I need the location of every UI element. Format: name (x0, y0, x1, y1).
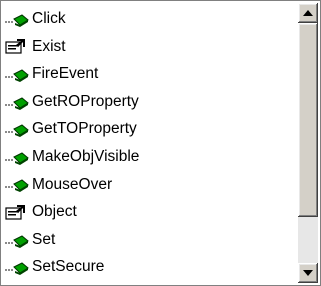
list-item[interactable]: FireEvent (5, 60, 295, 88)
list-item-label: SetSecure (32, 258, 105, 276)
list-item-label: GetTOProperty (32, 120, 137, 138)
list-item[interactable]: MakeObjVisible (5, 143, 295, 171)
scroll-up-button[interactable] (298, 3, 318, 23)
list-item[interactable]: SetSecure (5, 253, 295, 281)
list-item[interactable]: MouseOver (5, 171, 295, 199)
list-item-label: Click (32, 10, 66, 28)
list-item-label: Object (32, 203, 77, 221)
list-item-label: FireEvent (32, 65, 99, 83)
property-icon (5, 37, 29, 55)
method-icon (5, 258, 29, 276)
down-arrow-icon (303, 270, 313, 276)
vertical-scrollbar[interactable] (298, 3, 318, 283)
method-icon (5, 148, 29, 166)
method-icon (5, 231, 29, 249)
list-item-label: Exist (32, 37, 66, 55)
list-item[interactable]: Click (5, 5, 295, 33)
method-icon (5, 93, 29, 111)
scroll-down-button[interactable] (298, 263, 318, 283)
list-item-label: GetROProperty (32, 92, 139, 110)
up-arrow-icon (303, 10, 313, 16)
method-icon (5, 175, 29, 193)
list-item-label: MakeObjVisible (32, 148, 140, 166)
method-listbox[interactable]: Click Exist FireEvent GetROProperty GetT… (0, 0, 321, 286)
list-item[interactable]: Set (5, 226, 295, 254)
property-icon (5, 203, 29, 221)
method-icon (5, 120, 29, 138)
list-item-label: Set (32, 230, 56, 248)
list-item[interactable]: GetROProperty (5, 88, 295, 116)
method-list: Click Exist FireEvent GetROProperty GetT… (5, 5, 295, 281)
list-item[interactable]: Object (5, 198, 295, 226)
list-item-label: MouseOver (32, 175, 113, 193)
method-icon (5, 10, 29, 28)
list-item[interactable]: Exist (5, 33, 295, 61)
method-icon (5, 65, 29, 83)
list-item[interactable]: GetTOProperty (5, 115, 295, 143)
scrollbar-thumb[interactable] (298, 23, 318, 217)
